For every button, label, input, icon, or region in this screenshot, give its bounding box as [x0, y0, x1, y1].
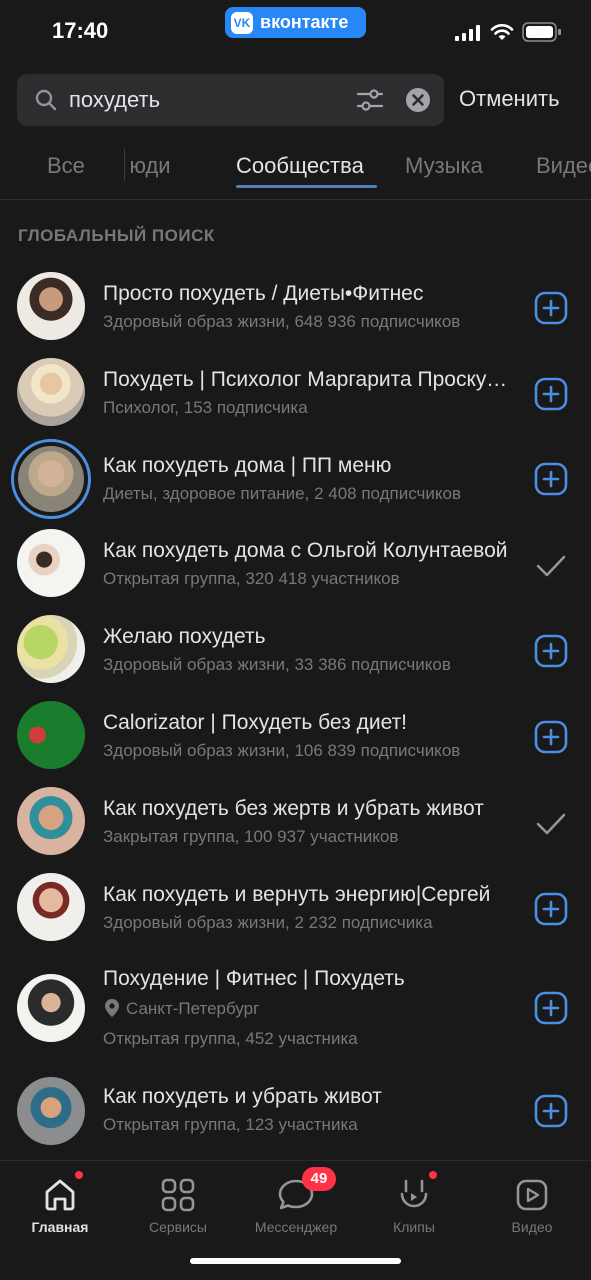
result-title: Просто похудеть / Диеты•Фитнес	[103, 282, 424, 305]
vk-logo-icon: VK	[231, 11, 253, 34]
nav-video[interactable]: Видео	[473, 1173, 591, 1235]
section-header: ГЛОБАЛЬНЫЙ ПОИСК	[18, 226, 215, 245]
list-item[interactable]: Как похудеть и вернуть энергию|Сергей Зд…	[0, 870, 591, 950]
add-icon[interactable]	[533, 891, 569, 927]
avatar	[17, 1077, 85, 1145]
list-item[interactable]: Желаю похудеть Здоровый образ жизни, 33 …	[0, 612, 591, 692]
tab-communities[interactable]: Сообщества	[236, 153, 364, 179]
result-title: Похудение | Фитнес | Похудеть	[103, 967, 405, 990]
avatar	[17, 873, 85, 941]
nav-messenger-label: Мессенджер	[254, 1219, 338, 1235]
result-title: Как похудеть дома с Ольгой Колунтаевой	[103, 539, 508, 562]
notification-dot	[429, 1171, 437, 1179]
add-icon[interactable]	[533, 376, 569, 412]
nav-video-label: Видео	[511, 1219, 553, 1235]
status-time: 17:40	[52, 18, 109, 43]
result-subtitle: Здоровый образ жизни, 33 386 подписчиков	[103, 655, 451, 674]
avatar	[17, 529, 85, 597]
tab-music[interactable]: Музыка	[405, 153, 483, 179]
result-location: Санкт-Петербург	[126, 999, 260, 1018]
result-subtitle: Закрытая группа, 100 937 участников	[103, 827, 399, 846]
list-item[interactable]: Как похудеть дома с Ольгой Колунтаевой О…	[0, 526, 591, 606]
clips-icon	[400, 1179, 428, 1208]
tab-all[interactable]: Все	[47, 153, 85, 179]
vk-app-pill[interactable]: VK вконтакте	[225, 7, 366, 38]
result-title: Calorizator | Похудеть без диет!	[103, 711, 408, 734]
result-subtitle: Открытая группа, 320 418 участников	[103, 569, 400, 588]
avatar	[17, 358, 85, 426]
avatar	[17, 701, 85, 769]
tab-divider	[124, 149, 125, 181]
search-input[interactable]	[69, 82, 349, 118]
result-subtitle: Здоровый образ жизни, 648 936 подписчико…	[103, 312, 461, 331]
result-subtitle: Открытая группа, 452 участника	[103, 1029, 358, 1048]
check-icon[interactable]	[533, 547, 569, 583]
add-icon[interactable]	[533, 990, 569, 1026]
battery-icon	[522, 22, 561, 42]
avatar	[17, 272, 85, 340]
avatar	[17, 974, 85, 1042]
notification-dot	[75, 1171, 83, 1179]
result-subtitle: Диеты, здоровое питание, 2 408 подписчик…	[103, 484, 462, 503]
avatar	[17, 615, 85, 683]
nav-services-label: Сервисы	[148, 1219, 207, 1235]
avatar	[11, 439, 91, 519]
cellular-signal-icon	[455, 25, 480, 41]
list-item[interactable]: Просто похудеть / Диеты•Фитнес Здоровый …	[0, 269, 591, 349]
cancel-button[interactable]: Отменить	[459, 86, 560, 112]
list-item[interactable]: Как похудеть без жертв и убрать живот За…	[0, 784, 591, 864]
filter-icon[interactable]	[357, 88, 383, 112]
result-subtitle: Здоровый образ жизни, 2 232 подписчика	[103, 913, 433, 932]
add-icon[interactable]	[533, 461, 569, 497]
add-icon[interactable]	[533, 290, 569, 326]
search-tabs: Все Люди Сообщества Музыка Видео	[0, 140, 591, 200]
search-icon	[35, 89, 57, 111]
result-subtitle: Психолог, 153 подписчика	[103, 398, 308, 417]
nav-services[interactable]: Сервисы	[119, 1173, 237, 1235]
result-title: Как похудеть и убрать живот	[103, 1085, 382, 1108]
home-indicator[interactable]	[190, 1258, 401, 1264]
result-subtitle: Открытая группа, 123 участника	[103, 1115, 358, 1134]
result-title: Как похудеть и вернуть энергию|Сергей	[103, 883, 491, 906]
tab-underline	[236, 185, 377, 188]
add-icon[interactable]	[533, 633, 569, 669]
unread-badge: 49	[302, 1167, 336, 1191]
clear-icon[interactable]	[406, 88, 430, 112]
result-subtitle: Здоровый образ жизни, 106 839 подписчико…	[103, 741, 461, 760]
list-item[interactable]: Как похудеть и убрать живот Открытая гру…	[0, 1074, 591, 1154]
video-icon	[516, 1179, 548, 1211]
tab-people[interactable]: Люди	[128, 153, 198, 179]
nav-home-label: Главная	[31, 1219, 89, 1235]
list-item[interactable]: Calorizator | Похудеть без диет! Здоровы…	[0, 698, 591, 778]
result-title: Как похудеть дома | ПП меню	[103, 454, 392, 477]
list-item[interactable]: Как похудеть дома | ПП меню Диеты, здоро…	[0, 435, 591, 525]
nav-clips-label: Клипы	[393, 1219, 435, 1235]
avatar	[17, 787, 85, 855]
list-item[interactable]: Похудение | Фитнес | Похудеть Санкт-Пете…	[0, 958, 591, 1058]
vk-app-label: вконтакте	[260, 12, 349, 32]
result-title: Похудеть | Психолог Маргарита Проскуряко…	[103, 368, 508, 391]
status-bar: 17:40 VK вконтакте	[0, 0, 591, 64]
add-icon[interactable]	[533, 719, 569, 755]
nav-home[interactable]: Главная	[1, 1171, 119, 1235]
services-icon	[161, 1178, 195, 1212]
nav-messenger[interactable]: 49 Мессенджер	[237, 1167, 355, 1235]
home-icon	[45, 1179, 75, 1211]
nav-clips[interactable]: Клипы	[355, 1171, 473, 1235]
list-item[interactable]: Похудеть | Психолог Маргарита Проскуряко…	[0, 355, 591, 435]
check-icon[interactable]	[533, 805, 569, 841]
tab-video[interactable]: Видео	[536, 153, 591, 179]
add-icon[interactable]	[533, 1093, 569, 1129]
wifi-icon	[490, 24, 514, 40]
location-pin-icon	[105, 999, 119, 1017]
result-title: Как похудеть без жертв и убрать живот	[103, 797, 484, 820]
result-title: Желаю похудеть	[103, 625, 266, 648]
search-bar	[17, 74, 444, 126]
